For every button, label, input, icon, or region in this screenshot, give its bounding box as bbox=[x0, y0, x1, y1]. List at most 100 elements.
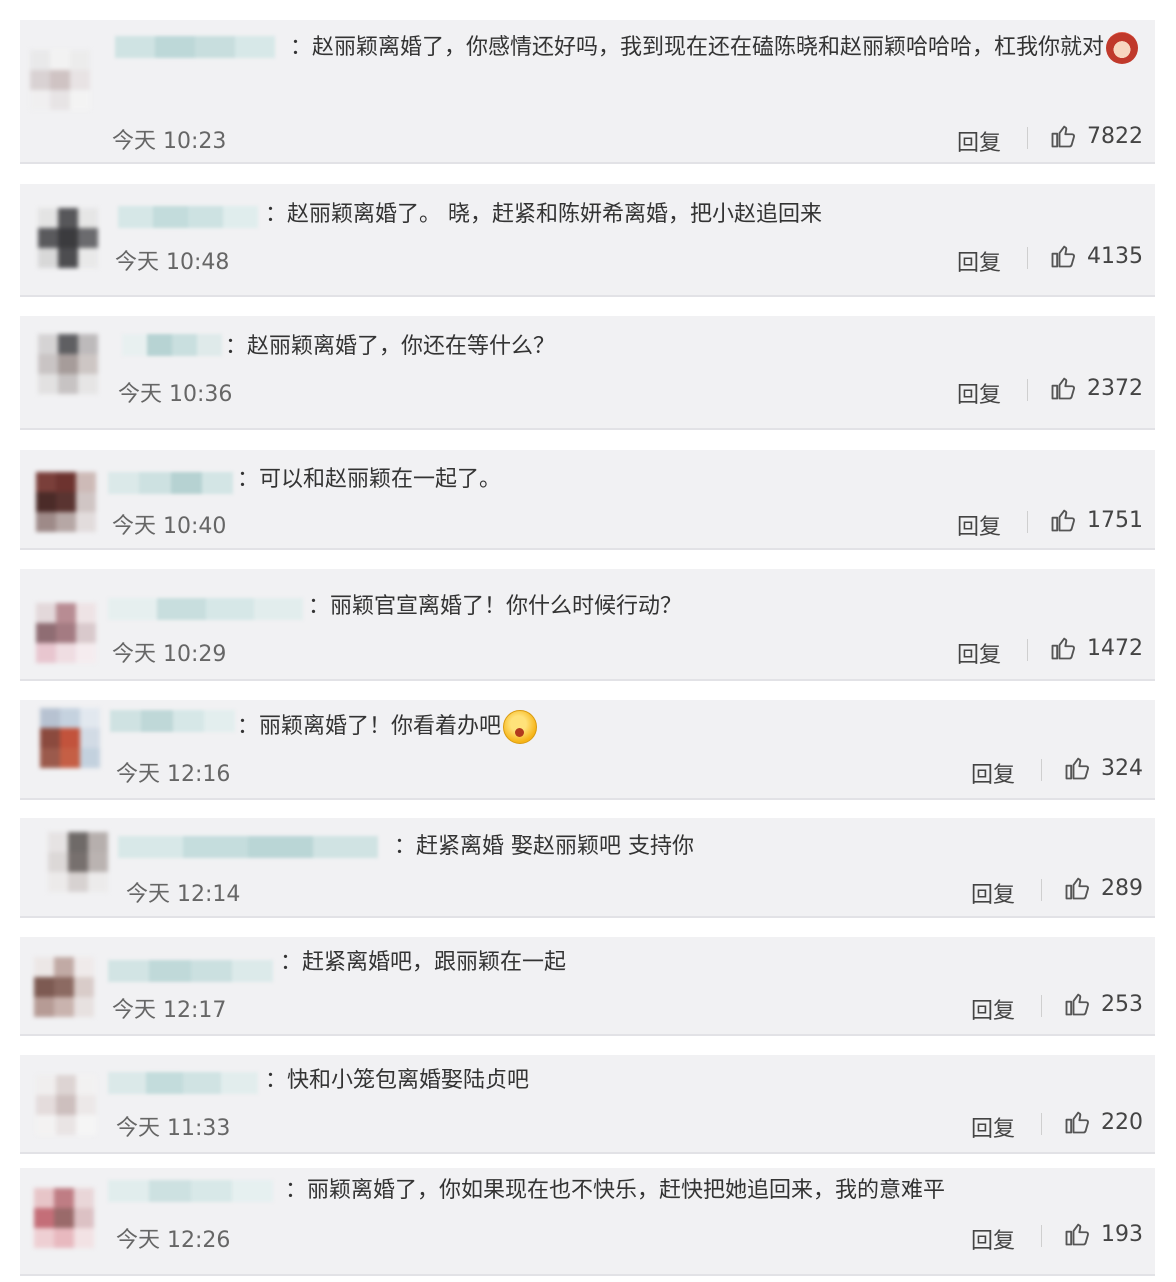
reply-button[interactable]: 回复 bbox=[957, 637, 1001, 669]
username[interactable] bbox=[118, 836, 378, 858]
username-block bbox=[188, 206, 223, 228]
avatar-tile bbox=[78, 208, 98, 228]
avatar-tile bbox=[36, 623, 56, 643]
like-count: 1472 bbox=[1087, 635, 1143, 661]
avatar-tile bbox=[74, 957, 94, 977]
username[interactable] bbox=[108, 1072, 258, 1094]
avatar[interactable] bbox=[40, 708, 100, 768]
action-divider bbox=[1041, 759, 1042, 781]
avatar[interactable] bbox=[36, 603, 96, 663]
like-button[interactable]: 4135 bbox=[1049, 242, 1143, 270]
comment-text: ：丽颖离婚了，你如果现在也不快乐，赶快把她追回来，我的意难平 bbox=[285, 1171, 945, 1211]
like-button[interactable]: 1751 bbox=[1049, 506, 1143, 534]
reply-button[interactable]: 回复 bbox=[971, 757, 1015, 789]
reply-button[interactable]: 回复 bbox=[957, 245, 1001, 277]
avatar[interactable] bbox=[34, 1188, 94, 1248]
avatar[interactable] bbox=[48, 832, 108, 892]
username[interactable] bbox=[122, 334, 222, 356]
timestamp: 今天 12:17 bbox=[112, 998, 227, 1023]
username[interactable] bbox=[108, 1180, 273, 1202]
username[interactable] bbox=[108, 472, 233, 494]
username-block bbox=[145, 1072, 183, 1094]
avatar[interactable] bbox=[38, 334, 98, 394]
avatar-tile bbox=[54, 957, 74, 977]
avatar-tile bbox=[34, 957, 54, 977]
avatar-tile bbox=[76, 1115, 96, 1135]
thumbs-up-icon bbox=[1051, 509, 1075, 532]
comment-card: ：赶紧离婚 娶赵丽颖吧 支持你 今天 12:14 回复 289 bbox=[20, 818, 1155, 918]
thumbs-up-icon bbox=[1051, 125, 1075, 148]
avatar-tile bbox=[38, 354, 58, 374]
avatar-tile bbox=[88, 872, 108, 892]
avatar-tile bbox=[74, 1188, 94, 1208]
avatar[interactable] bbox=[36, 472, 96, 532]
username-block bbox=[108, 1180, 150, 1202]
avatar-tile bbox=[38, 228, 58, 248]
like-count: 7822 bbox=[1087, 123, 1143, 149]
username-block bbox=[254, 598, 303, 620]
avatar[interactable] bbox=[38, 208, 98, 268]
username[interactable] bbox=[118, 206, 258, 228]
avatar-tile bbox=[36, 603, 56, 623]
avatar-tile bbox=[56, 623, 76, 643]
username[interactable] bbox=[108, 960, 273, 982]
action-divider bbox=[1041, 1113, 1042, 1135]
like-button[interactable]: 7822 bbox=[1049, 122, 1143, 150]
reply-button[interactable]: 回复 bbox=[971, 993, 1015, 1025]
avatar-tile bbox=[36, 1095, 56, 1115]
avatar-tile bbox=[54, 1208, 74, 1228]
timestamp: 今天 12:16 bbox=[116, 762, 231, 787]
timestamp: 今天 12:26 bbox=[116, 1228, 231, 1253]
reply-button[interactable]: 回复 bbox=[971, 877, 1015, 909]
avatar[interactable] bbox=[36, 1075, 96, 1135]
avatar-tile bbox=[50, 70, 70, 90]
username-block bbox=[156, 598, 206, 620]
avatar-tile bbox=[58, 248, 78, 268]
like-button[interactable]: 253 bbox=[1063, 990, 1143, 1018]
avatar-tile bbox=[54, 1188, 74, 1208]
like-button[interactable]: 2372 bbox=[1049, 374, 1143, 402]
avatar-tile bbox=[40, 708, 60, 728]
like-count: 324 bbox=[1101, 755, 1143, 781]
avatar-tile bbox=[34, 977, 54, 997]
comment-card: ：赵丽颖离婚了。 晓，赶紧和陈妍希离婚，把小赵追回来 今天 10:48 回复 4135 bbox=[20, 184, 1155, 297]
reply-button[interactable]: 回复 bbox=[971, 1111, 1015, 1143]
like-button[interactable]: 220 bbox=[1063, 1108, 1143, 1136]
avatar-tile bbox=[56, 603, 76, 623]
avatar-tile bbox=[54, 977, 74, 997]
thumbs-up-icon bbox=[1051, 637, 1075, 660]
comment-card: ：赶紧离婚吧，跟丽颖在一起今天 12:17 回复 253 bbox=[20, 937, 1155, 1036]
avatar-tile bbox=[56, 472, 76, 492]
comment-text-content: ：快和小笼包离婚娶陆贞吧 bbox=[265, 1068, 530, 1093]
like-button[interactable]: 193 bbox=[1063, 1220, 1143, 1248]
username-block bbox=[122, 334, 147, 356]
username[interactable] bbox=[110, 710, 235, 732]
avatar-tile bbox=[74, 1208, 94, 1228]
reply-button[interactable]: 回复 bbox=[957, 125, 1001, 157]
avatar-tile bbox=[76, 623, 96, 643]
comment-text: ：可以和赵丽颖在一起了。 bbox=[237, 460, 501, 500]
username-block bbox=[108, 472, 140, 494]
reply-button[interactable]: 回复 bbox=[957, 377, 1001, 409]
avatar-tile bbox=[34, 1188, 54, 1208]
username-block bbox=[108, 598, 157, 620]
reply-button[interactable]: 回复 bbox=[957, 509, 1001, 541]
avatar[interactable] bbox=[34, 957, 94, 1017]
username-block bbox=[172, 710, 204, 732]
reply-button[interactable]: 回复 bbox=[971, 1223, 1015, 1255]
emoji-face-icon bbox=[1106, 32, 1139, 64]
avatar-tile bbox=[40, 728, 60, 748]
like-button[interactable]: 324 bbox=[1063, 754, 1143, 782]
thumbs-up-icon bbox=[1065, 1111, 1089, 1134]
avatar-tile bbox=[48, 832, 68, 852]
avatar-tile bbox=[36, 492, 56, 512]
like-button[interactable]: 289 bbox=[1063, 874, 1143, 902]
avatar-tile bbox=[36, 1115, 56, 1135]
avatar-tile bbox=[88, 852, 108, 872]
username[interactable] bbox=[108, 598, 303, 620]
timestamp: 今天 10:36 bbox=[118, 382, 233, 407]
like-button[interactable]: 1472 bbox=[1049, 634, 1143, 662]
avatar[interactable] bbox=[30, 50, 90, 110]
comment-card: ：丽颖官宣离婚了！你什么时候行动？ 今天 10:29 回复 1472 bbox=[20, 569, 1155, 681]
comment-text: ：赶紧离婚吧，跟丽颖在一起 bbox=[280, 943, 566, 983]
